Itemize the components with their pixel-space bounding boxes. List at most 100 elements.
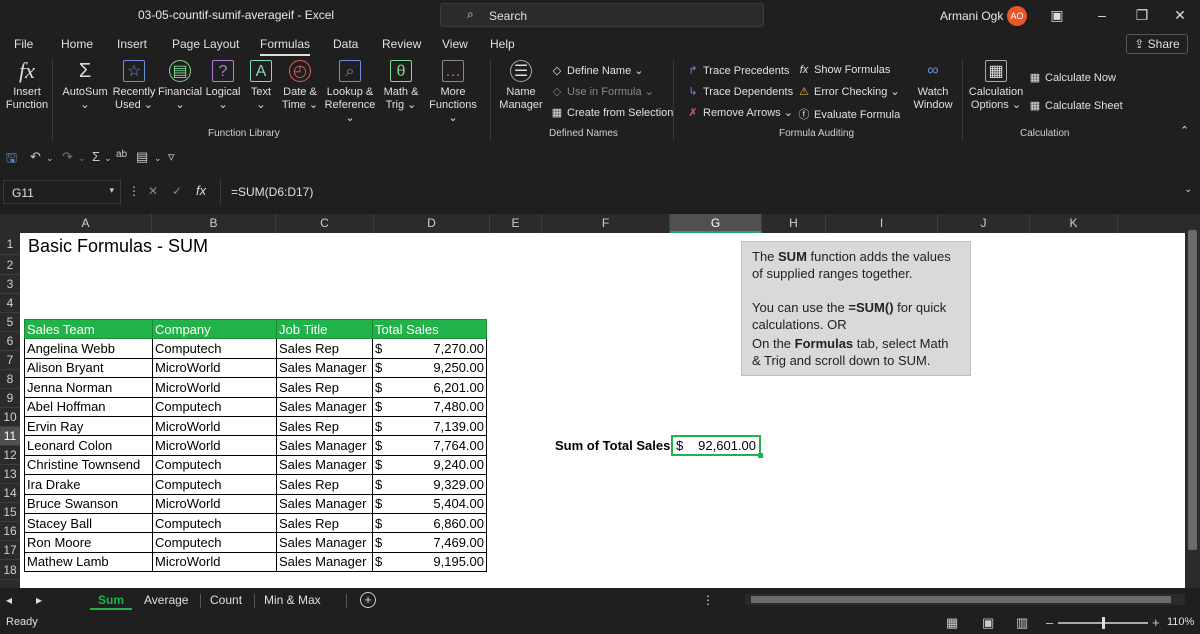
customize-qat-icon[interactable]: ▿ xyxy=(168,149,175,165)
column-header-c[interactable]: C xyxy=(276,214,374,233)
cell-company[interactable]: Computech xyxy=(152,338,277,359)
column-header-g[interactable]: G xyxy=(670,214,762,233)
sheet-tab-average[interactable]: Average xyxy=(136,592,196,610)
text-button[interactable]: A Text ⌄ xyxy=(246,60,276,112)
sum-label[interactable]: Sum of Total Sales xyxy=(555,436,670,455)
cell-job-title[interactable]: Sales Manager xyxy=(276,551,373,573)
cell-sales-team[interactable]: Ira Drake xyxy=(24,474,153,495)
zoom-in-icon[interactable]: + xyxy=(1152,615,1160,630)
calculate-now-button[interactable]: ▦ Calculate Now xyxy=(1028,71,1116,84)
name-manager-button[interactable]: ☰ Name Manager xyxy=(496,60,546,112)
cell-company[interactable]: MicroWorld xyxy=(152,415,277,437)
cell-sales-team[interactable]: Bruce Swanson xyxy=(24,493,153,514)
row-header[interactable]: 9 xyxy=(0,389,20,408)
cell-total-sales[interactable]: $7,469.00 xyxy=(372,532,487,553)
worksheet-grid[interactable]: A B C D E F G H I J K 1 2 3 4 5 6 7 8 9 10 11 12 13 1… xyxy=(0,214,1185,588)
cell-job-title[interactable]: Sales Manager xyxy=(276,454,373,476)
cell-total-sales[interactable]: $7,480.00 xyxy=(372,396,487,417)
user-name[interactable]: Armani Ogk xyxy=(940,9,1003,23)
recently-used-button[interactable]: ☆ Recently Used ⌄ xyxy=(110,60,158,112)
row-header[interactable]: 6 xyxy=(0,332,20,351)
logical-button[interactable]: ? Logical ⌄ xyxy=(204,60,242,112)
sheet-tab-min-max[interactable]: Min & Max xyxy=(256,592,329,610)
info-note-box[interactable]: The SUM function adds the values of supp… xyxy=(741,241,971,376)
redo-icon[interactable]: ↷ xyxy=(62,149,73,165)
tab-review[interactable]: Review xyxy=(382,37,421,51)
tab-page-layout[interactable]: Page Layout xyxy=(172,37,239,51)
column-header-k[interactable]: K xyxy=(1030,214,1118,233)
define-name-button[interactable]: ◇ Define Name ⌄ xyxy=(550,64,644,77)
cell-company[interactable]: MicroWorld xyxy=(152,435,277,456)
column-header-h[interactable]: H xyxy=(762,214,826,233)
more-options-icon[interactable]: ⋮ xyxy=(128,184,140,198)
prev-sheet-icon[interactable]: ◂ xyxy=(6,592,12,610)
calculation-options-button[interactable]: ▦ Calculation Options ⌄ xyxy=(966,60,1026,112)
column-header-j[interactable]: J xyxy=(938,214,1030,233)
tab-file[interactable]: File xyxy=(14,37,33,51)
cell-sales-team[interactable]: Jenna Norman xyxy=(24,377,153,398)
trace-dependents-button[interactable]: ↳ Trace Dependents xyxy=(686,85,793,98)
tab-data[interactable]: Data xyxy=(333,37,358,51)
header-company[interactable]: Company xyxy=(152,318,277,340)
cell-company[interactable]: Computech xyxy=(152,454,277,476)
cell-total-sales[interactable]: $9,329.00 xyxy=(372,474,487,495)
cell-job-title[interactable]: Sales Rep xyxy=(276,415,373,437)
cell-company[interactable]: Computech xyxy=(152,532,277,553)
zoom-out-icon[interactable]: – xyxy=(1046,615,1053,630)
row-header[interactable]: 14 xyxy=(0,484,20,503)
cell-job-title[interactable]: Sales Manager xyxy=(276,357,373,379)
remove-arrows-button[interactable]: ✗ Remove Arrows ⌄ xyxy=(686,106,793,119)
search-box[interactable]: ⌕ Search xyxy=(440,3,764,27)
tab-insert[interactable]: Insert xyxy=(117,37,147,51)
header-job-title[interactable]: Job Title xyxy=(276,318,373,340)
cell-company[interactable]: MicroWorld xyxy=(152,551,277,573)
cell-job-title[interactable]: Sales Rep xyxy=(276,512,373,534)
formula-input[interactable]: =SUM(D6:D17) xyxy=(220,180,1180,204)
name-box-dropdown-icon[interactable]: ▾ xyxy=(109,185,114,196)
watch-window-button[interactable]: ∞ Watch Window xyxy=(910,60,956,112)
cell-total-sales[interactable]: $6,201.00 xyxy=(372,377,487,398)
next-sheet-icon[interactable]: ▸ xyxy=(36,592,42,610)
autosum-qat-icon[interactable]: Σ xyxy=(92,149,100,164)
cell-total-sales[interactable]: $7,764.00 xyxy=(372,435,487,456)
page-break-view-icon[interactable]: ▥ xyxy=(1016,615,1028,631)
undo-dropdown-icon[interactable]: ⌄ xyxy=(46,153,54,164)
cell-job-title[interactable]: Sales Rep xyxy=(276,338,373,359)
horizontal-scroll-thumb[interactable] xyxy=(751,596,1171,603)
row-header[interactable]: 5 xyxy=(0,313,20,332)
calculate-sheet-button[interactable]: ▦ Calculate Sheet xyxy=(1028,99,1123,112)
cancel-entry-icon[interactable]: ✕ xyxy=(148,184,158,198)
column-header-f[interactable]: F xyxy=(542,214,670,233)
more-functions-button[interactable]: … More Functions ⌄ xyxy=(424,60,482,125)
cell-job-title[interactable]: Sales Manager xyxy=(276,493,373,514)
column-header-e[interactable]: E xyxy=(490,214,542,233)
name-box[interactable]: G11 ▾ xyxy=(3,180,121,204)
close-icon[interactable]: ✕ xyxy=(1168,4,1192,26)
financial-button[interactable]: ▤ Financial ⌄ xyxy=(158,60,202,112)
sum-cell-selected[interactable]: $ 92,601.00 xyxy=(671,435,763,458)
share-button[interactable]: ⇪ Share xyxy=(1126,34,1188,54)
zoom-level[interactable]: 110% xyxy=(1167,616,1194,628)
cell-total-sales[interactable]: $6,860.00 xyxy=(372,512,487,534)
confirm-entry-icon[interactable]: ✓ xyxy=(172,184,182,198)
column-header-a[interactable]: A xyxy=(20,214,152,233)
autosum-dropdown-icon[interactable]: ⌄ xyxy=(104,153,112,164)
cell-sales-team[interactable]: Abel Hoffman xyxy=(24,396,153,417)
avatar[interactable]: AO xyxy=(1007,6,1027,26)
sheet-tab-count[interactable]: Count xyxy=(202,592,250,610)
header-sales-team[interactable]: Sales Team xyxy=(24,318,153,340)
row-header[interactable]: 15 xyxy=(0,503,20,522)
tab-formulas[interactable]: Formulas xyxy=(260,37,311,56)
cell-company[interactable]: Computech xyxy=(152,396,277,417)
row-header[interactable]: 16 xyxy=(0,522,20,541)
row-header[interactable]: 10 xyxy=(0,408,20,427)
sort-dropdown-icon[interactable]: ⌄ xyxy=(154,153,162,164)
show-formulas-button[interactable]: fx Show Formulas xyxy=(797,64,891,76)
column-header-d[interactable]: D xyxy=(374,214,490,233)
zoom-slider-knob[interactable] xyxy=(1102,617,1105,629)
sort-icon[interactable]: ▤ xyxy=(136,149,148,165)
cell-total-sales[interactable]: $7,139.00 xyxy=(372,415,487,437)
create-from-selection-button[interactable]: ▦ Create from Selection xyxy=(550,106,674,119)
row-header[interactable]: 17 xyxy=(0,541,20,560)
cell-sales-team[interactable]: Alison Bryant xyxy=(24,357,153,379)
